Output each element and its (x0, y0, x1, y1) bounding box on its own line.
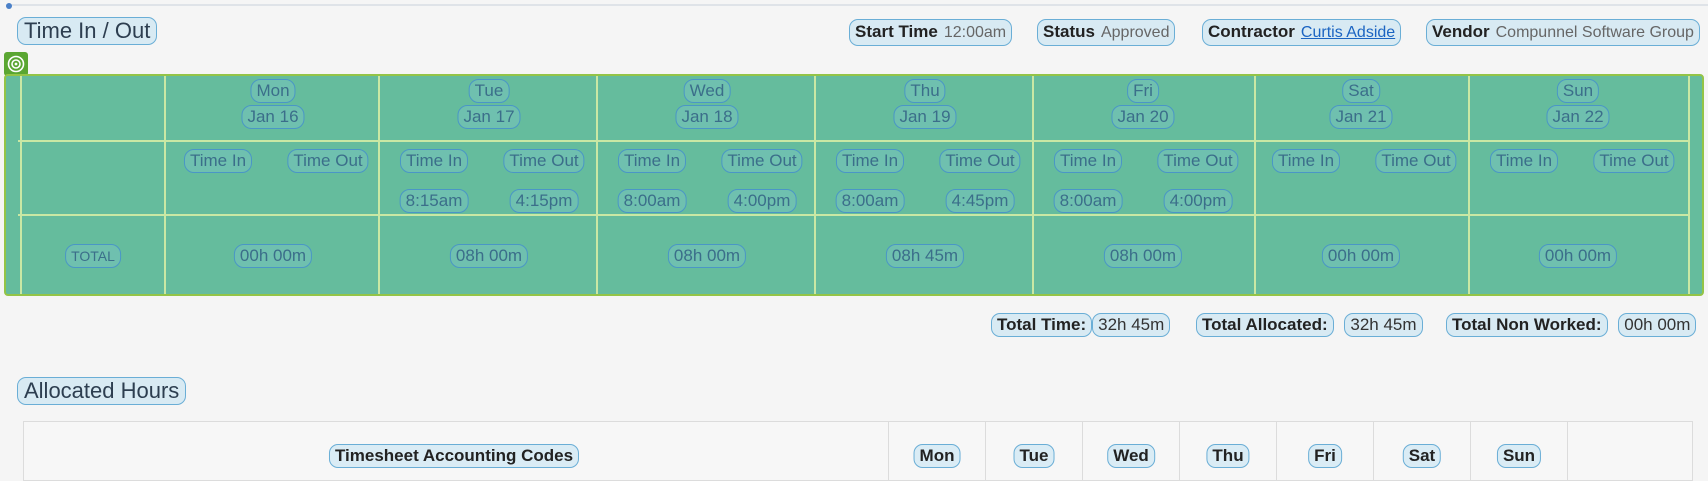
time-out-label-sat: Time Out (1375, 149, 1457, 173)
total-allocated-value: 32h 45m (1344, 313, 1423, 337)
vendor-field: Vendor Compunnel Software Group (1426, 19, 1700, 46)
table-col-divider (1276, 422, 1277, 480)
status-label: Status (1043, 22, 1095, 41)
grid-divider (164, 76, 166, 294)
alloc-header-sun: Sun (1496, 444, 1542, 468)
day-total-thu: 08h 45m (885, 244, 965, 268)
time-in-label-tue: Time In (399, 149, 469, 173)
target-icon[interactable] (4, 52, 28, 76)
day-date-sun: Jan 22 (1546, 105, 1610, 129)
grid-divider (1688, 76, 1690, 294)
alloc-header-wed: Wed (1107, 444, 1155, 468)
allocated-hours-table: Timesheet Accounting Codes Mon Tue Wed T… (23, 421, 1693, 481)
total-allocated-field: Total Allocated: 32h 45m (1196, 313, 1423, 337)
contractor-link[interactable]: Curtis Adside (1301, 24, 1395, 41)
vendor-label: Vendor (1432, 22, 1490, 41)
grid-divider (18, 214, 1690, 216)
top-indicator-dot (6, 3, 12, 9)
contractor-field: Contractor Curtis Adside (1202, 19, 1402, 46)
day-total-mon: 00h 00m (233, 244, 313, 268)
alloc-header-tue: Tue (1013, 444, 1055, 468)
top-divider (6, 4, 1708, 6)
table-col-divider (1082, 422, 1083, 480)
time-in-label-wed: Time In (617, 149, 687, 173)
time-in-label-sun: Time In (1489, 149, 1559, 173)
table-col-divider (1373, 422, 1374, 480)
day-total-sat: 00h 00m (1321, 244, 1401, 268)
alloc-header-mon: Mon (913, 444, 961, 468)
time-in-label-sat: Time In (1271, 149, 1341, 173)
time-out-label-mon: Time Out (287, 149, 369, 173)
total-time-field: Total Time: 32h 45m (991, 313, 1171, 337)
time-in-label-thu: Time In (835, 149, 905, 173)
day-date-thu: Jan 19 (893, 105, 957, 129)
table-col-divider (985, 422, 986, 480)
time-out-value-thu[interactable]: 4:45pm (945, 189, 1015, 213)
start-time-value: 12:00am (943, 24, 1007, 41)
grid-divider (1032, 76, 1034, 294)
day-name-sat: Sat (1342, 79, 1380, 103)
start-time-field: Start Time 12:00am (849, 19, 1013, 46)
start-time-label: Start Time (855, 22, 938, 41)
alloc-header-sat: Sat (1402, 444, 1442, 468)
day-name-fri: Fri (1127, 79, 1159, 103)
grid-divider (814, 76, 816, 294)
grid-divider (1254, 76, 1256, 294)
time-out-value-tue[interactable]: 4:15pm (509, 189, 579, 213)
codes-column-header: Timesheet Accounting Codes (328, 444, 580, 468)
day-total-wed: 08h 00m (667, 244, 747, 268)
table-col-divider (1179, 422, 1180, 480)
day-name-thu: Thu (904, 79, 946, 103)
page-title: Time In / Out (17, 17, 158, 45)
grid-divider (20, 76, 22, 294)
table-col-divider (1567, 422, 1568, 480)
table-col-divider (888, 422, 889, 480)
day-name-sun: Sun (1556, 79, 1600, 103)
total-time-label: Total Time: (991, 313, 1093, 337)
total-time-value: 32h 45m (1092, 313, 1171, 337)
grid-divider (1468, 76, 1470, 294)
time-in-value-tue[interactable]: 8:15am (399, 189, 469, 213)
day-total-fri: 08h 00m (1103, 244, 1183, 268)
time-out-value-wed[interactable]: 4:00pm (727, 189, 797, 213)
day-date-tue: Jan 17 (457, 105, 521, 129)
time-out-label-wed: Time Out (721, 149, 803, 173)
contractor-label: Contractor (1208, 22, 1295, 41)
alloc-header-fri: Fri (1308, 444, 1342, 468)
time-in-value-wed[interactable]: 8:00am (617, 189, 687, 213)
vendor-value: Compunnel Software Group (1495, 24, 1694, 41)
status-field: Status Approved (1037, 19, 1176, 46)
time-in-label-mon: Time In (183, 149, 253, 173)
day-name-mon: Mon (250, 79, 296, 103)
day-total-sun: 00h 00m (1538, 244, 1618, 268)
table-col-divider (1470, 422, 1471, 480)
day-date-fri: Jan 20 (1111, 105, 1175, 129)
time-out-value-fri[interactable]: 4:00pm (1163, 189, 1233, 213)
day-total-tue: 08h 00m (449, 244, 529, 268)
time-out-label-sun: Time Out (1593, 149, 1675, 173)
alloc-header-thu: Thu (1206, 444, 1250, 468)
grid-divider (596, 76, 598, 294)
day-name-tue: Tue (468, 79, 510, 103)
day-name-wed: Wed (683, 79, 731, 103)
time-out-label-thu: Time Out (939, 149, 1021, 173)
allocated-hours-title: Allocated Hours (17, 377, 187, 405)
time-in-label-fri: Time In (1053, 149, 1123, 173)
day-date-mon: Jan 16 (241, 105, 305, 129)
total-non-worked-value: 00h 00m (1618, 313, 1697, 337)
time-in-value-fri[interactable]: 8:00am (1053, 189, 1123, 213)
total-allocated-label: Total Allocated: (1196, 313, 1334, 337)
total-non-worked-label: Total Non Worked: (1446, 313, 1608, 337)
time-grid: TOTAL Mon Jan 16 Time In Time Out 00h 00… (4, 74, 1704, 296)
day-date-wed: Jan 18 (675, 105, 739, 129)
grid-divider (378, 76, 380, 294)
status-value: Approved (1100, 24, 1170, 41)
total-non-worked-field: Total Non Worked: 00h 00m (1446, 313, 1697, 337)
time-out-label-tue: Time Out (503, 149, 585, 173)
total-row-label: TOTAL (65, 244, 121, 268)
time-out-label-fri: Time Out (1157, 149, 1239, 173)
time-in-value-thu[interactable]: 8:00am (835, 189, 905, 213)
grid-divider (18, 140, 1690, 142)
day-date-sat: Jan 21 (1329, 105, 1393, 129)
